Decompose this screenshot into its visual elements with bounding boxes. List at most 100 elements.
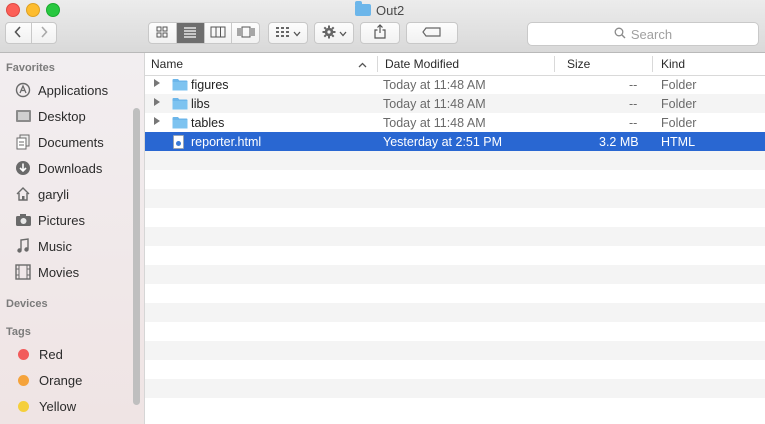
- disclosure-triangle-icon[interactable]: [154, 79, 160, 87]
- coverflow-view-button[interactable]: [232, 23, 259, 43]
- sidebar-item-tag-yellow[interactable]: Yellow: [14, 396, 76, 416]
- column-header-date[interactable]: Date Modified: [385, 53, 459, 75]
- column-header-name[interactable]: Name: [151, 53, 371, 75]
- sidebar-item-tag-orange[interactable]: Orange: [14, 370, 82, 390]
- table-row[interactable]: figures Today at 11:48 AM -- Folder: [145, 75, 765, 94]
- yellow-tag-dot-icon: [18, 400, 29, 412]
- chevron-down-icon: [339, 26, 347, 40]
- window-title-text: Out2: [376, 2, 405, 18]
- disclosure-triangle-icon[interactable]: [154, 98, 160, 106]
- column-divider[interactable]: [652, 56, 653, 72]
- arrange-icon: [275, 26, 290, 40]
- column-date-label: Date Modified: [385, 57, 460, 71]
- sidebar-item-label: Orange: [39, 372, 83, 388]
- file-date: Today at 11:48 AM: [383, 77, 486, 92]
- sidebar-item-downloads[interactable]: Downloads: [14, 158, 102, 178]
- table-row[interactable]: tables Today at 11:48 AM -- Folder: [145, 113, 765, 132]
- file-date: Today at 11:48 AM: [383, 96, 486, 111]
- sidebar-item-label: garyli: [38, 186, 70, 202]
- empty-row: [145, 379, 765, 398]
- sidebar-item-applications[interactable]: Applications: [14, 80, 108, 100]
- file-size: --: [629, 96, 638, 111]
- table-row-selected[interactable]: reporter.html Yesterday at 2:51 PM 3.2 M…: [145, 132, 765, 151]
- sidebar-item-label: Documents: [38, 134, 104, 150]
- forward-button[interactable]: [32, 23, 57, 43]
- table-row[interactable]: libs Today at 11:48 AM -- Folder: [145, 94, 765, 113]
- sidebar-item-label: Applications: [38, 82, 109, 98]
- sort-ascending-icon: [358, 57, 367, 71]
- back-forward-control: [5, 22, 57, 44]
- tag-icon: [422, 26, 442, 40]
- folder-icon: [355, 1, 371, 16]
- column-size-label: Size: [567, 57, 591, 71]
- orange-tag-dot-icon: [18, 374, 29, 386]
- downloads-icon: [14, 160, 32, 176]
- file-name: tables: [191, 115, 225, 130]
- sidebar-item-label: Pictures: [38, 212, 85, 228]
- column-header-kind[interactable]: Kind: [661, 53, 685, 75]
- documents-icon: [14, 134, 32, 150]
- sidebar-item-pictures[interactable]: Pictures: [14, 210, 85, 230]
- grid-icon: [156, 26, 168, 41]
- columns-icon: [210, 26, 226, 41]
- gear-icon: [322, 25, 336, 42]
- red-tag-dot-icon: [18, 348, 29, 360]
- empty-row: [145, 189, 765, 208]
- sidebar-item-garyli[interactable]: garyli: [14, 184, 69, 204]
- window-title: Out2: [355, 1, 404, 19]
- sidebar-item-desktop[interactable]: Desktop: [14, 106, 86, 126]
- empty-row: [145, 360, 765, 379]
- folder-icon: [172, 75, 188, 94]
- sidebar-item-label: Downloads: [38, 160, 103, 176]
- sidebar-item-label: Red: [39, 346, 63, 362]
- list-view-button[interactable]: [176, 23, 205, 43]
- sidebar-item-movies[interactable]: Movies: [14, 262, 79, 282]
- share-button[interactable]: [360, 22, 400, 44]
- empty-row: [145, 227, 765, 246]
- empty-row: [145, 284, 765, 303]
- empty-row: [145, 341, 765, 360]
- zoom-window-button[interactable]: [46, 3, 60, 17]
- rows: figures Today at 11:48 AM -- Folder libs…: [145, 75, 765, 417]
- devices-header: Devices: [6, 298, 48, 310]
- file-size: --: [629, 115, 638, 130]
- close-window-button[interactable]: [6, 3, 20, 17]
- column-divider[interactable]: [377, 56, 378, 72]
- file-name: figures: [191, 77, 229, 92]
- minimize-window-button[interactable]: [26, 3, 40, 17]
- chevron-left-icon: [14, 25, 22, 41]
- empty-row: [145, 265, 765, 284]
- applications-icon: [14, 82, 32, 98]
- file-date: Today at 11:48 AM: [383, 115, 486, 130]
- column-divider[interactable]: [554, 56, 555, 72]
- chevron-right-icon: [40, 25, 48, 41]
- sidebar-item-label: Movies: [38, 264, 80, 280]
- column-kind-label: Kind: [661, 57, 686, 71]
- coverflow-icon: [237, 26, 255, 41]
- action-button[interactable]: [314, 22, 354, 44]
- search-placeholder: Search: [630, 26, 673, 42]
- sidebar-item-documents[interactable]: Documents: [14, 132, 104, 152]
- empty-row: [145, 322, 765, 341]
- icon-view-button[interactable]: [149, 23, 177, 43]
- file-size: --: [629, 77, 638, 92]
- search-icon: [614, 27, 626, 42]
- back-button[interactable]: [6, 23, 32, 43]
- camera-icon: [14, 212, 32, 228]
- edit-tags-button[interactable]: [406, 22, 458, 44]
- home-icon: [14, 186, 32, 202]
- arrange-button[interactable]: [268, 22, 308, 44]
- search-field[interactable]: Search: [527, 22, 759, 46]
- tags-header: Tags: [6, 326, 31, 338]
- column-view-button[interactable]: [205, 23, 233, 43]
- disclosure-triangle-icon[interactable]: [154, 117, 160, 125]
- sidebar-scrollbar[interactable]: [133, 108, 140, 405]
- empty-row: [145, 170, 765, 189]
- folder-icon: [172, 113, 188, 132]
- file-name: libs: [191, 96, 210, 111]
- sidebar-item-tag-red[interactable]: Red: [14, 344, 63, 364]
- column-header-size[interactable]: Size: [567, 53, 590, 75]
- sidebar-item-music[interactable]: Music: [14, 236, 72, 256]
- file-date: Yesterday at 2:51 PM: [383, 134, 503, 149]
- file-name: reporter.html: [191, 134, 262, 149]
